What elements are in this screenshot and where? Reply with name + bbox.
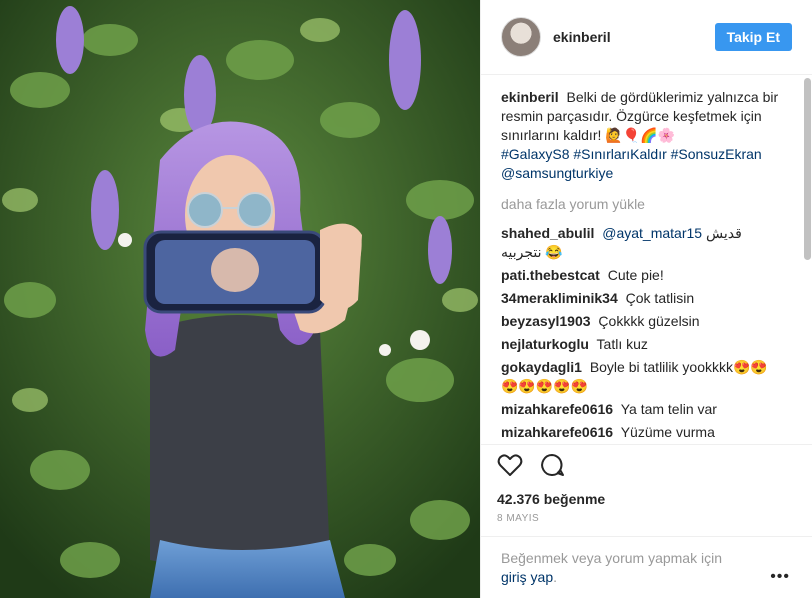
hashtag-link[interactable]: #SınırlarıKaldır [573, 146, 666, 162]
comment-bubble-icon[interactable] [539, 452, 565, 483]
hashtag-link[interactable]: #SonsuzEkran [671, 146, 762, 162]
comment-text: Ya tam telin var [620, 401, 717, 417]
comment-username[interactable]: mizahkarefe0616 [501, 424, 613, 440]
post-header: ekinberil Takip Et [481, 0, 812, 75]
comment-username[interactable]: shahed_abulil [501, 225, 594, 241]
load-more-comments-link[interactable]: daha fazla yorum yükle [501, 195, 784, 214]
comment-item: 34meraklimin‌ik34 Çok tatlisin [501, 289, 784, 308]
more-options-icon[interactable]: ••• [770, 567, 790, 586]
comment-username[interactable]: gokaydagli1 [501, 359, 582, 375]
comment-item: shahed_abulil @ayat_matar15 قديش نتجربيه… [501, 224, 784, 262]
login-prompt: Beğenmek veya yorum yapmak için giriş ya… [481, 536, 812, 598]
login-prompt-text: Beğenmek veya yorum yapmak için [501, 550, 722, 566]
comment-text: Tatlı kuz [596, 336, 648, 352]
mention-link[interactable]: @samsungturkiye [501, 165, 613, 181]
comment-text: Yüzüme vurma [620, 424, 715, 440]
action-icons [497, 453, 796, 481]
login-prompt-suffix: . [553, 569, 558, 585]
comment-item: beyzasyl1903 Çokkkk güzelsin [501, 312, 784, 331]
heart-icon[interactable] [497, 453, 523, 482]
comment-item: nejlaturkoglu Tatlı kuz [501, 335, 784, 354]
comment-text: Cute pie! [607, 267, 664, 283]
mention-link[interactable]: @ayat_matar15 [602, 225, 702, 241]
post-photo[interactable] [0, 0, 480, 598]
comment-text: Çokkkk güzelsin [598, 313, 700, 329]
avatar[interactable] [501, 17, 541, 57]
photo-illustration [0, 0, 480, 598]
comment-text: Çok tatlisin [625, 290, 695, 306]
caption-username[interactable]: ekinberil [501, 89, 559, 105]
comment-username[interactable]: 34meraklimin‌ik34 [501, 290, 618, 306]
post-date: 8 MAYIS [497, 513, 540, 524]
comment-item: pati.thebestcat Cute pie! [501, 266, 784, 285]
comment-username[interactable]: mizahkarefe0616 [501, 401, 613, 417]
comment-item: mizahkarefe0616 Ya tam telin var [501, 400, 784, 419]
comments-list: ekinberil Belki de gördüklerimiz yalnızc… [481, 76, 812, 444]
hashtag-link[interactable]: #GalaxyS8 [501, 146, 569, 162]
comment-item: mizahkarefe0616 Yüzüme vurma [501, 423, 784, 442]
follow-button[interactable]: Takip Et [714, 23, 792, 51]
comment-item: gokaydagli1 Boyle bi tatlilik yookkkk😍😍😍… [501, 358, 784, 396]
comment-username[interactable]: beyzasyl1903 [501, 313, 591, 329]
login-link[interactable]: giriş yap [501, 569, 553, 585]
likes-count[interactable]: 42.376 beğenme [497, 491, 796, 507]
post-sidebar: ekinberil Takip Et ekinberil Belki de gö… [480, 0, 812, 598]
header-username[interactable]: ekinberil [553, 29, 715, 45]
caption: ekinberil Belki de gördüklerimiz yalnızc… [501, 88, 784, 183]
comment-username[interactable]: pati.thebestcat [501, 267, 600, 283]
comment-username[interactable]: nejlaturkoglu [501, 336, 589, 352]
instagram-post: ekinberil Takip Et ekinberil Belki de gö… [0, 0, 812, 598]
